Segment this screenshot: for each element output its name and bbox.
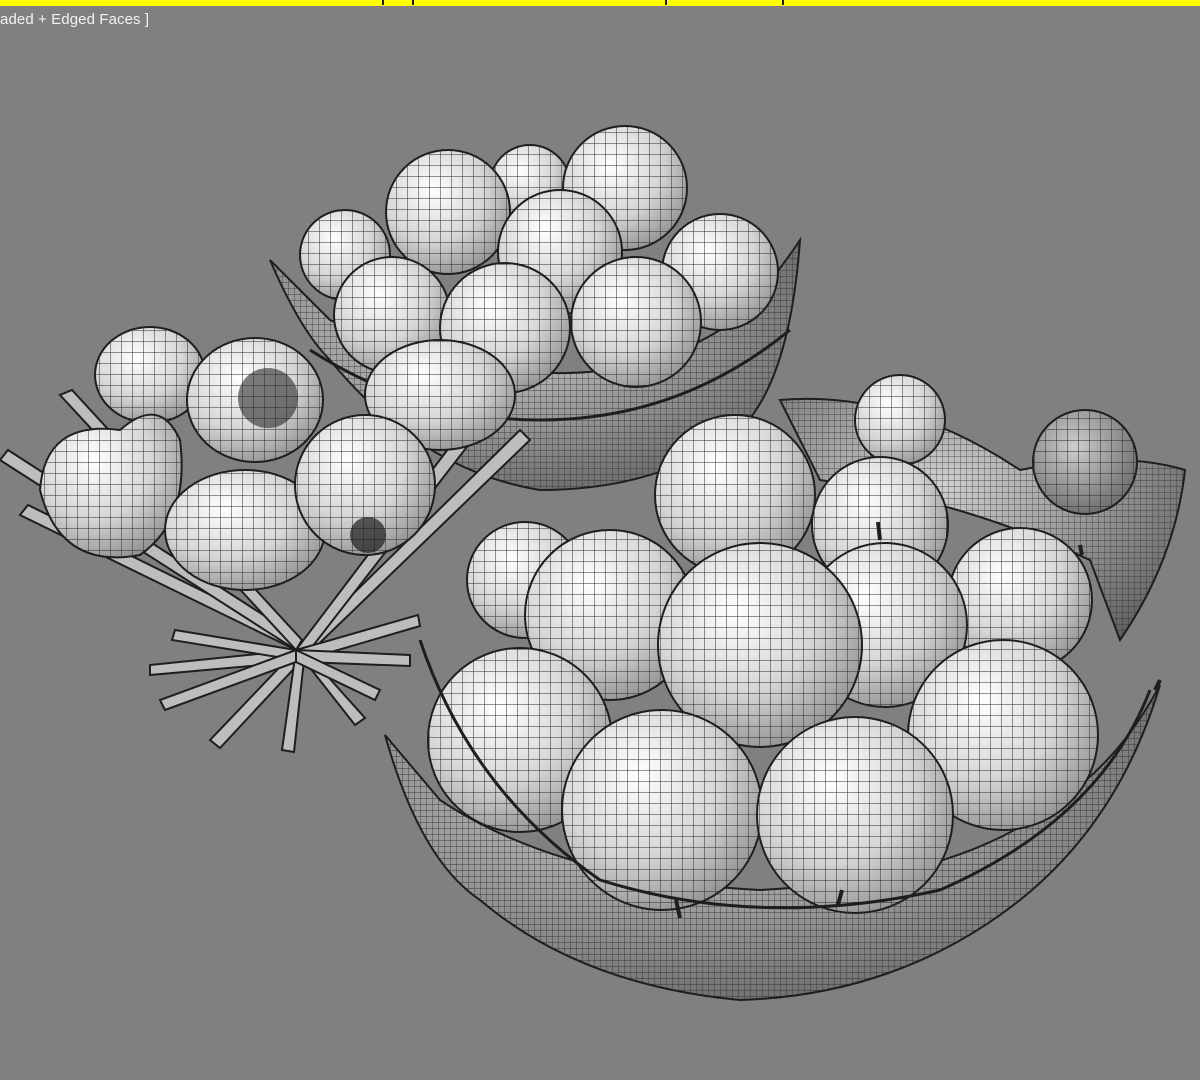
scene-render[interactable] xyxy=(0,0,1200,1080)
perspective-viewport[interactable]: aded + Edged Faces ] xyxy=(0,0,1200,1080)
